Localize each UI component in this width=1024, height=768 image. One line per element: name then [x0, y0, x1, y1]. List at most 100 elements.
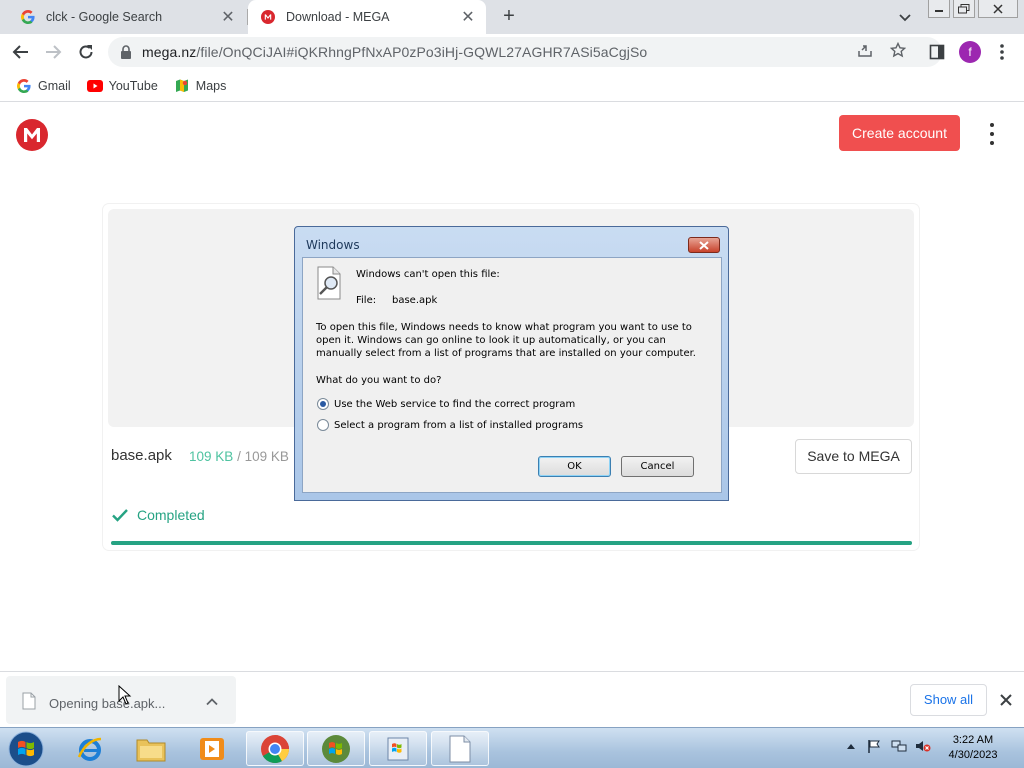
url-path: /file/OnQCiJAI#iQKRhngPfNxAP0zPo3iHj-GQW…: [196, 44, 648, 60]
chevron-up-icon[interactable]: [205, 695, 219, 709]
google-icon: [20, 9, 36, 25]
taskbar-file-explorer[interactable]: [122, 731, 180, 766]
file-name: base.apk: [111, 447, 172, 464]
bookmark-gmail[interactable]: Gmail: [16, 78, 71, 94]
option-web-service[interactable]: Use the Web service to find the correct …: [317, 398, 575, 410]
mega-logo-icon[interactable]: [16, 119, 48, 151]
restore-icon[interactable]: [953, 0, 975, 18]
show-all-button[interactable]: Show all: [910, 684, 987, 716]
action-center-flag-icon[interactable]: [866, 738, 882, 754]
bookmark-label: YouTube: [108, 78, 158, 93]
url-text: mega.nz/file/OnQCiJAI#iQKRhngPfNxAP0zPo3…: [142, 44, 647, 60]
save-to-mega-button[interactable]: Save to MEGA: [795, 439, 912, 474]
folder-icon: [136, 739, 166, 761]
tab-strip: clck - Google Search ✕ Download - MEGA ✕…: [0, 0, 1024, 34]
maps-icon: [174, 78, 190, 94]
close-shelf-icon[interactable]: [998, 692, 1014, 708]
installer-icon: [387, 737, 409, 760]
cancel-button[interactable]: Cancel: [621, 456, 694, 477]
download-progress-bar: [111, 541, 912, 545]
url-host: mega.nz: [142, 44, 197, 60]
radio-button[interactable]: [317, 398, 329, 410]
ok-button[interactable]: OK: [538, 456, 611, 477]
taskbar-installer[interactable]: [369, 731, 427, 766]
download-status: Completed: [111, 506, 205, 524]
tab-title: clck - Google Search: [46, 10, 163, 24]
clock-time: 3:22 AM: [952, 734, 994, 746]
close-tab-icon[interactable]: ✕: [458, 7, 478, 27]
tray-expand-icon[interactable]: [843, 738, 859, 754]
address-bar[interactable]: mega.nz/file/OnQCiJAI#iQKRhngPfNxAP0zPo3…: [108, 37, 942, 67]
new-tab-button[interactable]: +: [498, 5, 520, 27]
mega-menu-icon[interactable]: [983, 123, 1001, 145]
network-icon[interactable]: [891, 738, 907, 754]
dialog-heading: Windows can't open this file:: [356, 269, 500, 280]
tab-google-search[interactable]: clck - Google Search ✕: [8, 0, 246, 34]
dialog-title: Windows: [306, 238, 360, 252]
profile-avatar[interactable]: f: [958, 40, 982, 64]
bookmark-label: Maps: [195, 78, 227, 93]
window-close-icon[interactable]: [978, 0, 1018, 18]
clock-date: 4/30/2023: [948, 749, 998, 761]
dialog-close-icon[interactable]: [688, 237, 720, 253]
minimize-icon[interactable]: [928, 0, 950, 18]
document-icon: [449, 735, 471, 762]
check-icon: [112, 509, 128, 522]
windows-flag-icon: [322, 734, 350, 763]
chrome-icon: [261, 734, 289, 763]
dialog-body: Windows can't open this file: File: base…: [302, 257, 722, 493]
internet-explorer-icon: [77, 737, 102, 761]
radio-button[interactable]: [317, 419, 329, 431]
dialog-question: What do you want to do?: [316, 375, 442, 386]
file-value: base.apk: [392, 295, 438, 306]
option-label: Select a program from a list of installe…: [334, 419, 584, 431]
download-shelf: Opening base.apk... Show all: [0, 671, 1024, 727]
start-button[interactable]: [6, 730, 46, 768]
bookmark-star-icon[interactable]: [889, 41, 907, 59]
google-icon: [16, 78, 32, 94]
browser-toolbar: mega.nz/file/OnQCiJAI#iQKRhngPfNxAP0zPo3…: [0, 34, 1024, 70]
downloaded-size: 109 KB: [189, 449, 234, 464]
tab-mega-download[interactable]: Download - MEGA ✕: [248, 0, 486, 34]
taskbar-media-player[interactable]: [183, 731, 241, 766]
tab-title: Download - MEGA: [286, 10, 390, 24]
bookmark-label: Gmail: [38, 78, 71, 93]
download-item-label: Opening base.apk...: [49, 696, 166, 711]
mouse-cursor-icon: [118, 685, 132, 705]
reload-icon[interactable]: [74, 40, 98, 64]
side-panel-icon[interactable]: [925, 40, 949, 64]
file-label: File:: [356, 295, 377, 306]
share-icon[interactable]: [856, 41, 874, 59]
taskbar-document[interactable]: [431, 731, 489, 766]
youtube-icon: [86, 78, 103, 94]
close-tab-icon[interactable]: ✕: [218, 7, 238, 27]
taskbar-internet-explorer[interactable]: [61, 731, 119, 766]
file-size: 109 KB / 109 KB: [189, 449, 289, 464]
forward-icon[interactable]: [41, 40, 65, 64]
windows-taskbar: 3:22 AM 4/30/2023: [0, 727, 1024, 768]
system-clock[interactable]: 3:22 AM 4/30/2023: [936, 733, 1010, 763]
taskbar-chrome[interactable]: [246, 731, 304, 766]
taskbar-windows-logo-app[interactable]: [307, 731, 365, 766]
status-text: Completed: [137, 507, 205, 523]
option-installed-programs[interactable]: Select a program from a list of installe…: [317, 419, 583, 431]
back-icon[interactable]: [9, 40, 33, 64]
unknown-file-icon: [317, 266, 341, 300]
windows-open-with-dialog: Windows Windows can't open this file: Fi…: [294, 226, 729, 501]
create-account-button[interactable]: Create account: [839, 115, 960, 151]
chevron-down-icon[interactable]: [896, 8, 914, 26]
browser-menu-icon[interactable]: [990, 40, 1014, 64]
option-label: Use the Web service to find the correct …: [334, 398, 576, 410]
mega-icon: [260, 9, 276, 25]
file-icon: [22, 692, 36, 710]
lock-icon[interactable]: [120, 45, 132, 59]
bookmark-youtube[interactable]: YouTube: [86, 78, 158, 94]
profile-initial: f: [959, 41, 981, 63]
windows-logo-icon: [8, 731, 44, 767]
total-size: / 109 KB: [237, 449, 289, 464]
media-player-icon: [200, 737, 224, 760]
progress-fill: [111, 541, 912, 545]
bookmark-maps[interactable]: Maps: [174, 78, 227, 94]
bookmarks-bar: Gmail YouTube Maps: [0, 70, 1024, 102]
volume-muted-icon[interactable]: [915, 738, 931, 754]
